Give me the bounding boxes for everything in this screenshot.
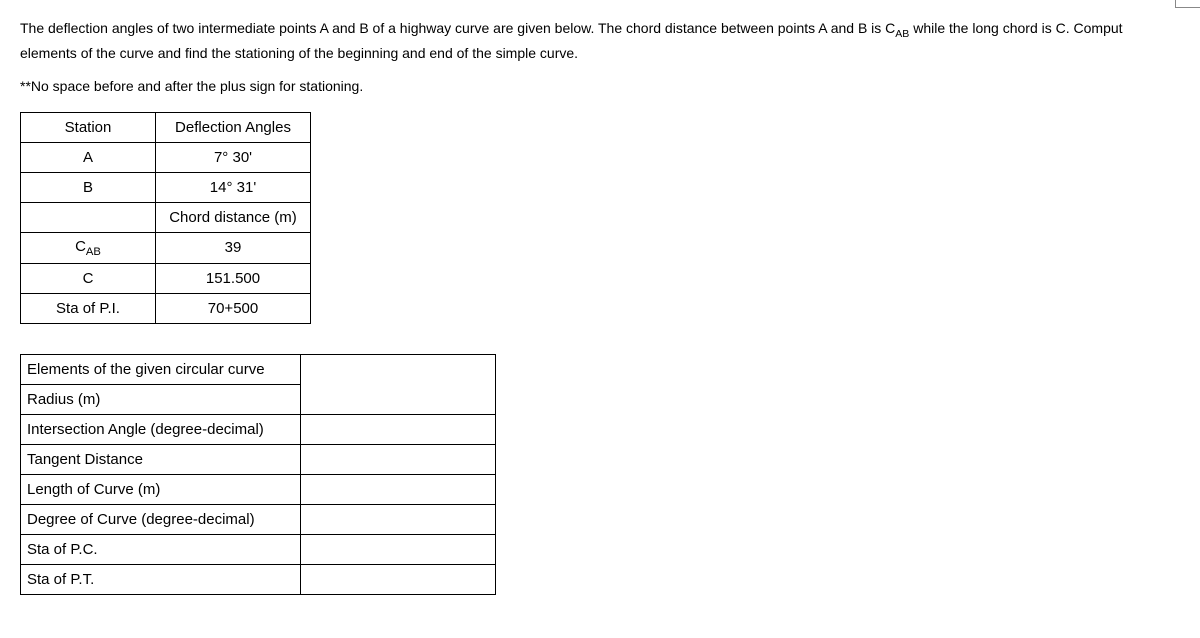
degree-curve-label: Degree of Curve (degree-decimal) (21, 504, 301, 534)
answer-table: Elements of the given circular curve Rad… (20, 354, 496, 595)
header-deflection: Deflection Angles (156, 112, 311, 142)
problem-subscript-ab: AB (895, 28, 909, 40)
station-b-label: B (21, 172, 156, 202)
problem-line1-part1: The deflection angles of two intermediat… (20, 20, 895, 36)
table-row: CAB 39 (21, 232, 311, 263)
radius-label: Radius (m) (21, 384, 301, 414)
cab-value: 39 (156, 232, 311, 263)
empty-cell (21, 202, 156, 232)
elements-header: Elements of the given circular curve (21, 354, 301, 384)
given-data-table: Station Deflection Angles A 7° 30' B 14°… (20, 112, 311, 324)
tangent-distance-input[interactable] (301, 444, 496, 474)
station-a-label: A (21, 142, 156, 172)
table-row: Sta of P.T. (21, 564, 496, 594)
cab-label: CAB (21, 232, 156, 263)
table-row: C 151.500 (21, 263, 311, 293)
degree-curve-input[interactable] (301, 504, 496, 534)
sta-pt-label: Sta of P.T. (21, 564, 301, 594)
chord-header: Chord distance (m) (156, 202, 311, 232)
sta-pi-value: 70+500 (156, 293, 311, 323)
length-curve-label: Length of Curve (m) (21, 474, 301, 504)
table-row: B 14° 31' (21, 172, 311, 202)
radius-input[interactable] (301, 354, 496, 414)
sta-pt-input[interactable] (301, 564, 496, 594)
corner-decoration (1175, 0, 1200, 8)
problem-line2: elements of the curve and find the stati… (20, 45, 578, 61)
c-value: 151.500 (156, 263, 311, 293)
problem-line1-part2: while the long chord is C. Comput (909, 20, 1122, 36)
station-b-value: 14° 31' (156, 172, 311, 202)
table-row: Elements of the given circular curve (21, 354, 496, 384)
table-row: A 7° 30' (21, 142, 311, 172)
tangent-distance-label: Tangent Distance (21, 444, 301, 474)
header-station: Station (21, 112, 156, 142)
problem-statement: The deflection angles of two intermediat… (20, 18, 1180, 64)
table-row: Sta of P.I. 70+500 (21, 293, 311, 323)
table-row: Sta of P.C. (21, 534, 496, 564)
table-row: Intersection Angle (degree-decimal) (21, 414, 496, 444)
sta-pc-label: Sta of P.C. (21, 534, 301, 564)
stationing-note: **No space before and after the plus sig… (20, 78, 1180, 94)
table-row: Degree of Curve (degree-decimal) (21, 504, 496, 534)
sta-pi-label: Sta of P.I. (21, 293, 156, 323)
table-row: Length of Curve (m) (21, 474, 496, 504)
table-row: Station Deflection Angles (21, 112, 311, 142)
length-curve-input[interactable] (301, 474, 496, 504)
intersection-angle-label: Intersection Angle (degree-decimal) (21, 414, 301, 444)
table-row: Tangent Distance (21, 444, 496, 474)
intersection-angle-input[interactable] (301, 414, 496, 444)
c-label: C (21, 263, 156, 293)
sta-pc-input[interactable] (301, 534, 496, 564)
station-a-value: 7° 30' (156, 142, 311, 172)
table-row: Chord distance (m) (21, 202, 311, 232)
